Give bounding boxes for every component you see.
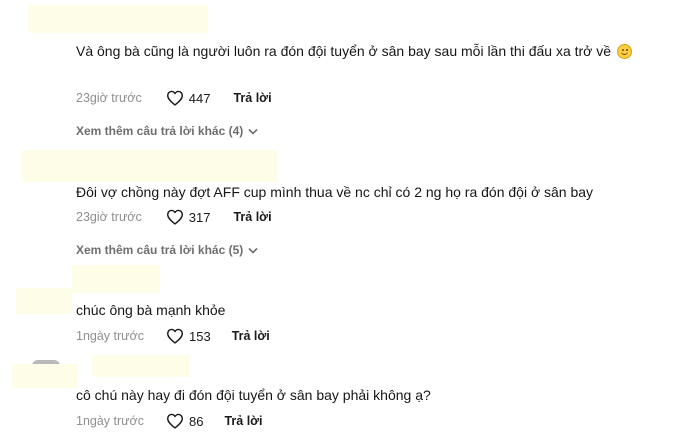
heart-outline-icon <box>166 90 183 106</box>
view-more-replies-button[interactable]: Xem thêm câu trả lời khác (4) <box>76 124 258 138</box>
comment-body: Đôi vợ chồng này đợt AFF cup mình thua v… <box>76 184 594 200</box>
like-count: 447 <box>188 90 211 106</box>
reply-button[interactable]: Trả lời <box>224 414 262 428</box>
comment-meta: 1ngày trước 153 Trả lời <box>76 326 270 346</box>
redacted-username-area <box>28 5 208 33</box>
redacted-avatar-area <box>12 364 78 388</box>
chevron-down-icon <box>248 247 258 254</box>
redacted-username-area <box>22 150 278 182</box>
like-count: 153 <box>188 328 211 344</box>
like-button[interactable]: 153 <box>166 328 211 344</box>
comment-text: Và ông bà cũng là người luôn ra đón đội … <box>76 40 656 62</box>
comment-timestamp: 23giờ trước <box>76 91 142 105</box>
comment-timestamp: 23giờ trước <box>76 210 142 224</box>
comment-timestamp: 1ngày trước <box>76 329 144 343</box>
heart-outline-icon <box>166 328 183 344</box>
redacted-username-area <box>72 265 160 293</box>
comment-meta: 23giờ trước 317 Trả lời <box>76 207 272 227</box>
view-more-replies-label: Xem thêm câu trả lời khác (5) <box>76 243 244 257</box>
comment-body: Và ông bà cũng là người luôn ra đón đội … <box>76 43 612 59</box>
comment-body: cô chú này hay đi đón đội tuyển ở sân ba… <box>76 387 431 403</box>
comment-meta: 1ngày trước 86 Trả lời <box>76 411 263 431</box>
redacted-username-area <box>92 355 190 377</box>
like-count: 317 <box>188 209 211 225</box>
view-more-replies-label: Xem thêm câu trả lời khác (4) <box>76 124 244 138</box>
comment-meta: 23giờ trước 447 Trả lời <box>76 88 272 108</box>
heart-outline-icon <box>166 209 183 225</box>
view-more-replies-button[interactable]: Xem thêm câu trả lời khác (5) <box>76 243 258 257</box>
comment-body: chúc ông bà mạnh khỏe <box>76 302 226 318</box>
like-button[interactable]: 317 <box>166 209 211 225</box>
comment-text: cô chú này hay đi đón đội tuyển ở sân ba… <box>76 384 656 406</box>
smiling-face-emoji-icon <box>616 44 632 59</box>
like-count: 86 <box>188 413 204 429</box>
like-button[interactable]: 86 <box>166 413 203 429</box>
comment-timestamp: 1ngày trước <box>76 414 144 428</box>
chevron-down-icon <box>248 128 258 135</box>
redacted-avatar-area <box>16 288 72 314</box>
heart-outline-icon <box>166 413 183 429</box>
comment-text: Đôi vợ chồng này đợt AFF cup mình thua v… <box>76 181 656 203</box>
reply-button[interactable]: Trả lời <box>233 210 271 224</box>
like-button[interactable]: 447 <box>166 90 211 106</box>
reply-button[interactable]: Trả lời <box>233 91 271 105</box>
reply-button[interactable]: Trả lời <box>232 329 270 343</box>
comment-text: chúc ông bà mạnh khỏe <box>76 299 656 321</box>
